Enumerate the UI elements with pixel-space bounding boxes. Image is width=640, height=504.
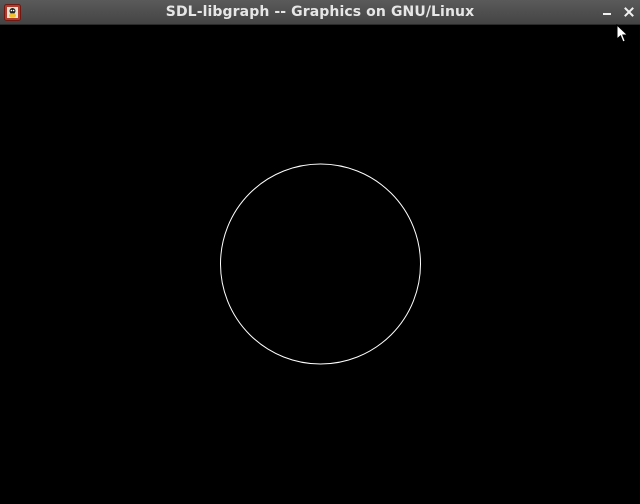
minimize-button[interactable] (598, 3, 616, 21)
minimize-icon (603, 13, 611, 15)
graphics-canvas[interactable] (0, 25, 640, 504)
window-title: SDL-libgraph -- Graphics on GNU/Linux (165, 4, 475, 20)
close-button[interactable] (620, 3, 638, 21)
close-icon (624, 7, 634, 17)
drawing-surface (0, 25, 640, 504)
sdl-window: SDL-libgraph -- Graphics on GNU/Linux (0, 0, 640, 504)
mouse-cursor-icon (616, 24, 629, 43)
window-titlebar[interactable]: SDL-libgraph -- Graphics on GNU/Linux (0, 0, 640, 25)
